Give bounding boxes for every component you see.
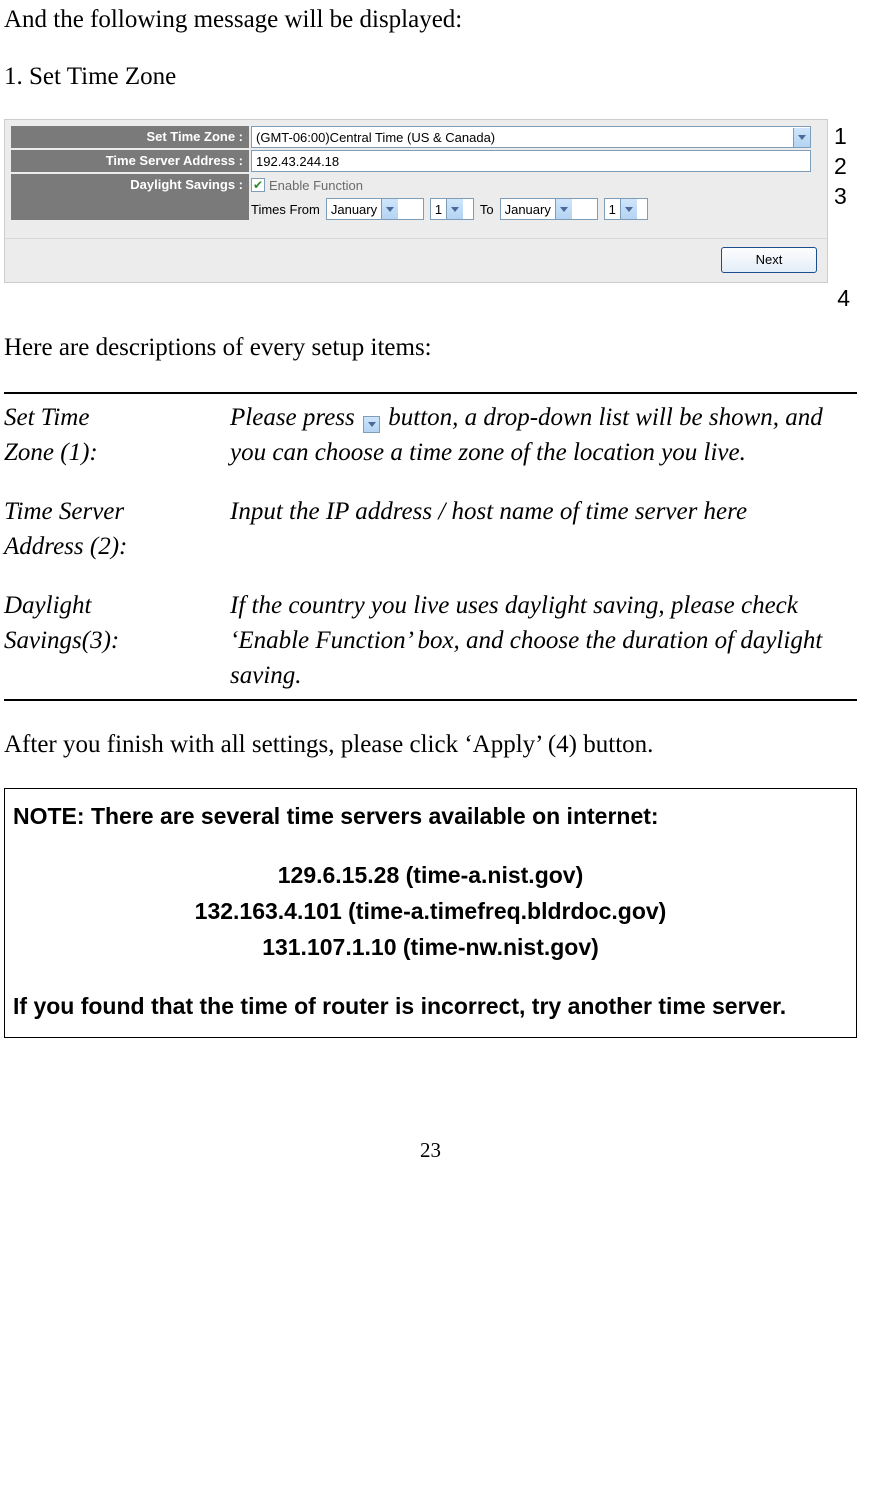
- desc-text-daylight: If the country you live uses daylight sa…: [230, 588, 857, 693]
- desc-label-timeserver: Time ServerAddress (2):: [4, 494, 230, 564]
- note-box: NOTE: There are several time servers ava…: [4, 788, 857, 1038]
- chevron-down-icon: [381, 199, 398, 219]
- description-table: Set TimeZone (1): Please press button, a…: [4, 392, 857, 701]
- chevron-down-icon: [793, 128, 810, 147]
- timezone-select-value: (GMT-06:00)Central Time (US & Canada): [256, 130, 495, 145]
- to-month-select[interactable]: January: [500, 198, 598, 220]
- settings-screenshot: Set Time Zone : (GMT-06:00)Central Time …: [4, 119, 828, 283]
- from-day-select[interactable]: 1: [430, 198, 474, 220]
- chevron-down-icon: [620, 199, 637, 219]
- section-heading: 1. Set Time Zone: [4, 63, 857, 91]
- time-server-input[interactable]: [251, 150, 811, 172]
- page-number: 23: [4, 1138, 857, 1163]
- chevron-down-icon: [363, 416, 380, 433]
- timezone-select[interactable]: (GMT-06:00)Central Time (US & Canada): [251, 126, 811, 148]
- enable-function-label: Enable Function: [269, 178, 363, 193]
- from-month-select[interactable]: January: [326, 198, 424, 220]
- next-button[interactable]: Next: [721, 247, 817, 273]
- annotation-3: 3: [834, 185, 847, 208]
- label-daylight-savings: Daylight Savings :: [11, 174, 249, 220]
- label-set-time-zone: Set Time Zone :: [11, 126, 249, 148]
- note-server-1: 129.6.15.28 (time-a.nist.gov): [13, 858, 848, 894]
- note-title: NOTE: There are several time servers ava…: [13, 799, 848, 835]
- desc-text-timeserver: Input the IP address / host name of time…: [230, 494, 857, 564]
- annotation-1: 1: [834, 125, 847, 148]
- note-server-2: 132.163.4.101 (time-a.timefreq.bldrdoc.g…: [13, 894, 848, 930]
- desc-label-timezone: Set TimeZone (1):: [4, 400, 230, 470]
- chevron-down-icon: [446, 199, 463, 219]
- annotation-2: 2: [834, 155, 847, 178]
- to-day-select[interactable]: 1: [604, 198, 648, 220]
- note-footer: If you found that the time of router is …: [13, 989, 848, 1025]
- note-server-3: 131.107.1.10 (time-nw.nist.gov): [13, 930, 848, 966]
- annotation-4: 4: [4, 285, 850, 312]
- annotation-column: 1 2 3: [828, 119, 847, 208]
- intro-paragraph: And the following message will be displa…: [4, 4, 857, 35]
- times-from-label: Times From: [251, 202, 320, 217]
- label-time-server: Time Server Address :: [11, 150, 249, 172]
- desc-intro: Here are descriptions of every setup ite…: [4, 332, 857, 363]
- after-paragraph: After you finish with all settings, plea…: [4, 729, 857, 760]
- chevron-down-icon: [555, 199, 572, 219]
- to-label: To: [480, 202, 494, 217]
- enable-function-checkbox[interactable]: ✔: [251, 178, 265, 192]
- desc-label-daylight: DaylightSavings(3):: [4, 588, 230, 693]
- desc-text-timezone: Please press button, a drop-down list wi…: [230, 400, 857, 470]
